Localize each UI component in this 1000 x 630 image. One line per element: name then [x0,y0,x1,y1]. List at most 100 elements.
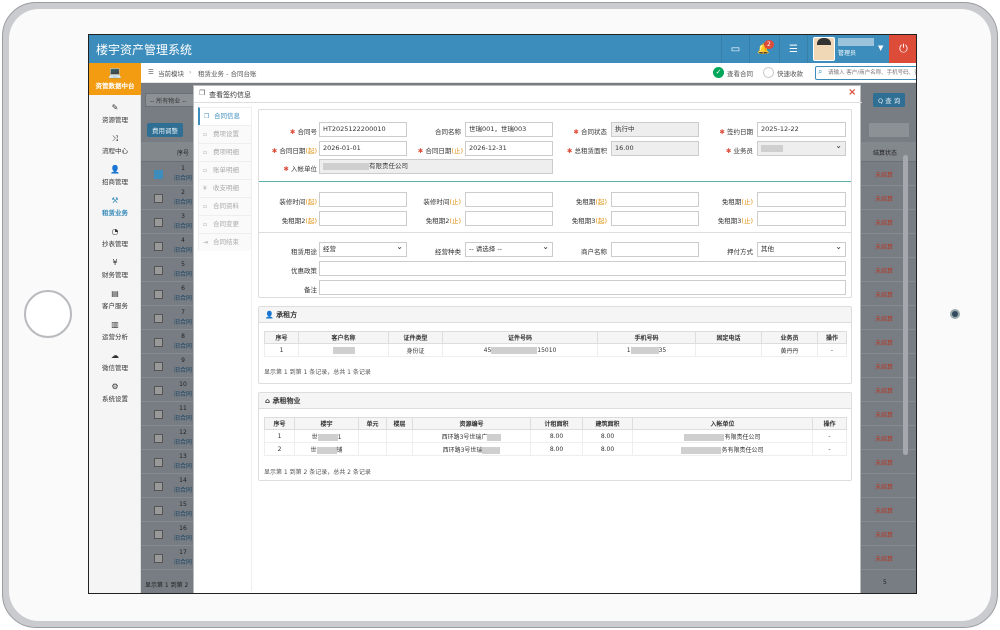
row-seq: 6 [181,285,185,292]
dashboard-icon: ◔ [111,227,119,236]
discount-policy-field[interactable] [319,261,846,276]
free3-end-field[interactable] [757,211,846,226]
view-contract-radio[interactable]: ✓ [713,67,724,78]
caret-down-icon: ▼ [878,44,884,52]
row-checkbox[interactable] [154,482,163,491]
sidebar-item-settings[interactable]: ⚙ 系统设置 [89,379,141,409]
free-end-field[interactable] [757,192,846,207]
row-checkbox[interactable] [154,458,163,467]
free-start-field[interactable] [611,192,699,207]
monitor-icon[interactable]: ▭ [721,35,749,63]
free2-start-field[interactable] [319,211,407,226]
table-row[interactable]: 1 身份证 45 15010 1 35 黄丹丹 - [264,343,847,357]
salesman-select[interactable] [757,141,846,156]
sidebar-item-workflow[interactable]: ⤨ 流程中心 [89,131,141,161]
search-box[interactable]: ⌕ [815,66,916,80]
tab-label: 合同信息 [214,112,240,120]
payment-method-select[interactable]: 其他 [757,242,846,257]
row-checkbox[interactable] [154,194,163,203]
row-checkbox[interactable] [154,266,163,275]
remark-field[interactable] [319,280,846,295]
file-icon: ▫ [203,131,208,138]
tab-bill-details[interactable]: ▫ 账单明细 [198,161,252,179]
contract-date-start-field[interactable]: 2026-01-01 [319,141,407,156]
sidebar-item-investment[interactable]: 👤 招商管理 [89,162,141,192]
tab-income-expense[interactable]: ¥ 收支明细 [198,179,252,197]
cell-operation[interactable]: - [817,343,847,357]
cogs-icon: ⚙ [111,382,119,391]
contract-date-end-field[interactable]: 2026-12-31 [465,141,553,156]
power-icon[interactable]: ⏻ [889,35,916,63]
page-scrollbar[interactable] [903,155,908,455]
tab-fee-details[interactable]: ▫ 费项明细 [198,143,252,161]
cell-operation[interactable]: - [812,429,847,443]
merchant-name-field[interactable] [611,242,699,257]
cell-resource: 西环路3号世瑞 [412,442,531,456]
row-checkbox[interactable] [154,170,163,179]
tab-contract-end[interactable]: ⇥ 合同结束 [198,233,252,251]
tab-label: 收支明细 [213,184,239,192]
list-icon[interactable]: ☰ [779,35,807,63]
row-checkbox[interactable] [154,338,163,347]
property-table: 序号 楼宇 单元 楼层 资源编号 计租面积 建筑面积 入帐单位 操作 1 世1 … [264,417,847,456]
decor-start-label: 装修时间(起) [263,196,317,206]
tab-contract-files[interactable]: ▫ 合同资料 [198,197,252,215]
column-toggle-buttons[interactable] [869,123,909,137]
contract-name-field[interactable]: 世瑞001，世瑞003 [465,122,553,137]
fee-adjust-button[interactable]: 费用调整 [147,123,183,137]
cell-salesman: 黄丹丹 [761,343,818,357]
row-checkbox[interactable] [154,386,163,395]
section-divider [259,181,851,182]
free3-start-field[interactable] [611,211,699,226]
lease-use-select[interactable]: 经营 [319,242,407,257]
sidebar-item-meter[interactable]: ◔ 抄表管理 [89,224,141,254]
search-input[interactable] [816,67,916,79]
free2-end-field[interactable] [465,211,553,226]
background-pager[interactable]: 5 [883,579,887,586]
business-category-label: 经营种类 [435,248,461,256]
sidebar-top-dashboard[interactable]: 💻 资管数据中台 [89,63,141,95]
tab-contract-change[interactable]: ▫ 合同变更 [198,215,252,233]
table-row[interactable]: 1 世1 西环路3号世瑞广 8.00 8.00 有限责任公司 - [264,429,847,443]
tab-contract-info[interactable]: ❐ 合同信息 [198,107,252,125]
contract-no-field[interactable]: HT2025122200010 [319,122,407,137]
sidebar-item-analytics[interactable]: ▥ 运营分析 [89,317,141,347]
row-checkbox[interactable] [154,290,163,299]
menu-icon[interactable]: ☰ [148,68,154,76]
row-checkbox[interactable] [154,554,163,563]
quick-collect-radio[interactable] [763,67,774,78]
sidebar-item-leasing[interactable]: ⚒ 租赁业务 [89,193,141,223]
row-checkbox[interactable] [154,530,163,539]
sidebar-item-finance[interactable]: ¥ 财务管理 [89,255,141,285]
view-contract-label[interactable]: 查看合同 [727,68,753,78]
sidebar-item-wechat[interactable]: ☁ 微信管理 [89,348,141,378]
cell-customer-name [298,343,389,357]
bell-icon[interactable]: 🔔 2 [749,35,777,63]
row-checkbox[interactable] [154,506,163,515]
tablet-home-button[interactable] [24,290,72,338]
quick-collect-label[interactable]: 快速收款 [777,68,803,78]
col-header: 手机号码 [597,331,696,344]
cell-operation[interactable]: - [812,442,847,456]
decor-start-field[interactable] [319,192,407,207]
row-checkbox[interactable] [154,218,163,227]
query-button[interactable]: Q 查 询 [873,93,906,107]
table-row[interactable]: 2 世铺 西环路3号世瑞 8.00 8.00 务有限责任公司 - [264,442,847,456]
user-menu[interactable]: 管理员 ▼ [807,35,889,63]
modal-title: 查看签约信息 [209,91,251,99]
cell-unit [358,442,387,456]
phone-suffix: 35 [658,346,667,354]
row-checkbox[interactable] [154,314,163,323]
tab-label: 合同资料 [213,202,239,210]
close-icon[interactable]: × [848,87,856,98]
row-checkbox[interactable] [154,242,163,251]
sign-date-field[interactable]: 2025-12-22 [757,122,846,137]
row-checkbox[interactable] [154,434,163,443]
tab-fee-settings[interactable]: ▫ 费项设置 [198,125,252,143]
row-checkbox[interactable] [154,362,163,371]
business-category-select[interactable]: -- 请选择 -- [465,242,553,257]
sidebar-item-customer[interactable]: ▤ 客户服务 [89,286,141,316]
sidebar-item-resource[interactable]: ✎ 资源管理 [89,100,141,130]
decor-end-field[interactable] [465,192,553,207]
row-checkbox[interactable] [154,410,163,419]
